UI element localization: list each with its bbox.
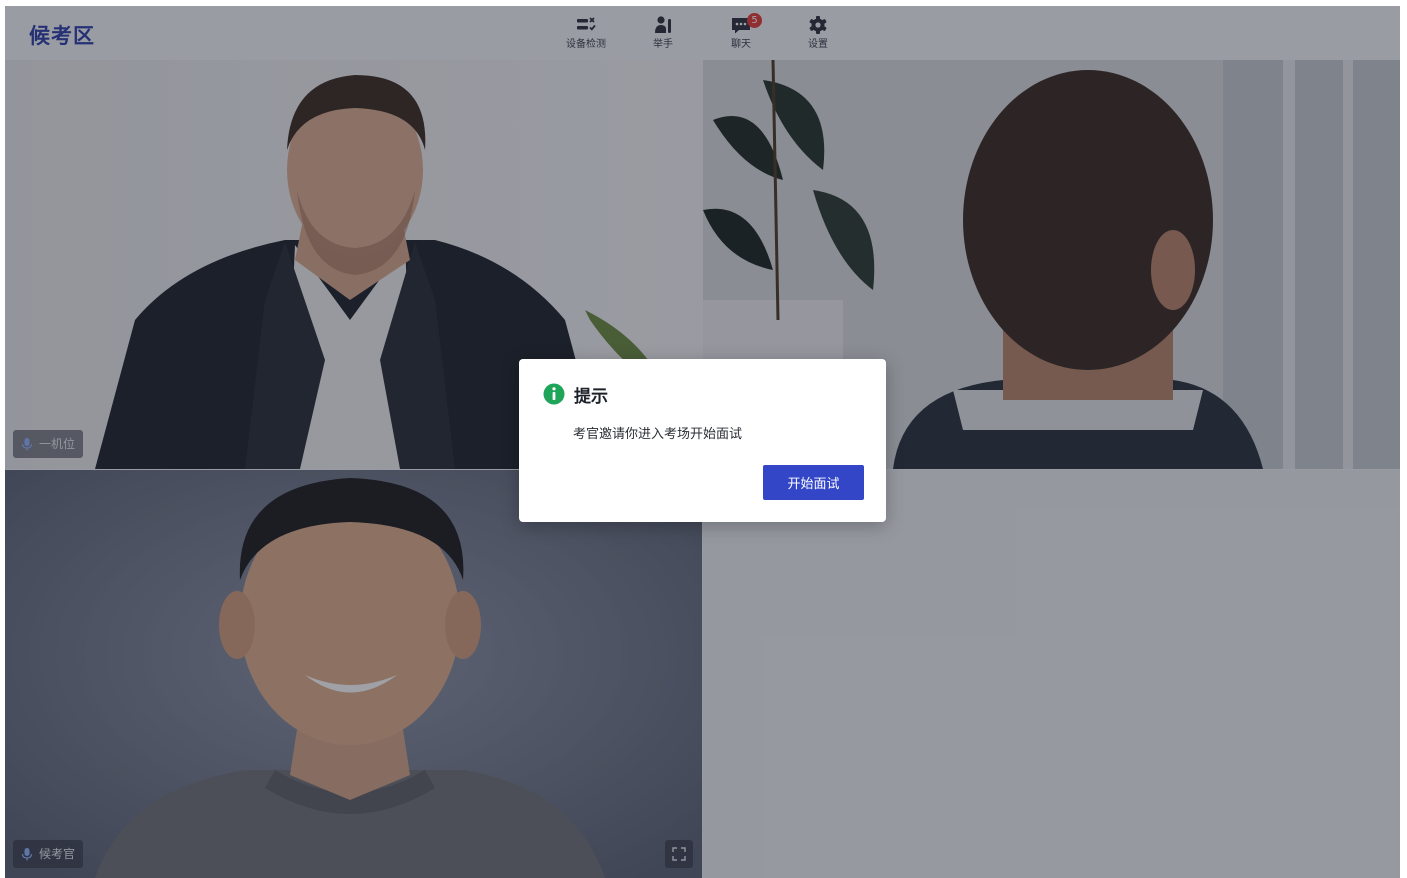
dialog-header: 提示 [543,383,608,407]
dialog-message: 考官邀请你进入考场开始面试 [573,427,743,442]
invite-dialog: 提示 考官邀请你进入考场开始面试 开始面试 [519,359,886,522]
info-icon [543,383,565,405]
start-interview-button[interactable]: 开始面试 [763,465,864,500]
dialog-title: 提示 [574,386,608,407]
waiting-room-app: 候考区 设备检测 举手 5 聊天 设置 一机位 候考官 提示 考官邀请你进入考场… [5,6,1400,878]
